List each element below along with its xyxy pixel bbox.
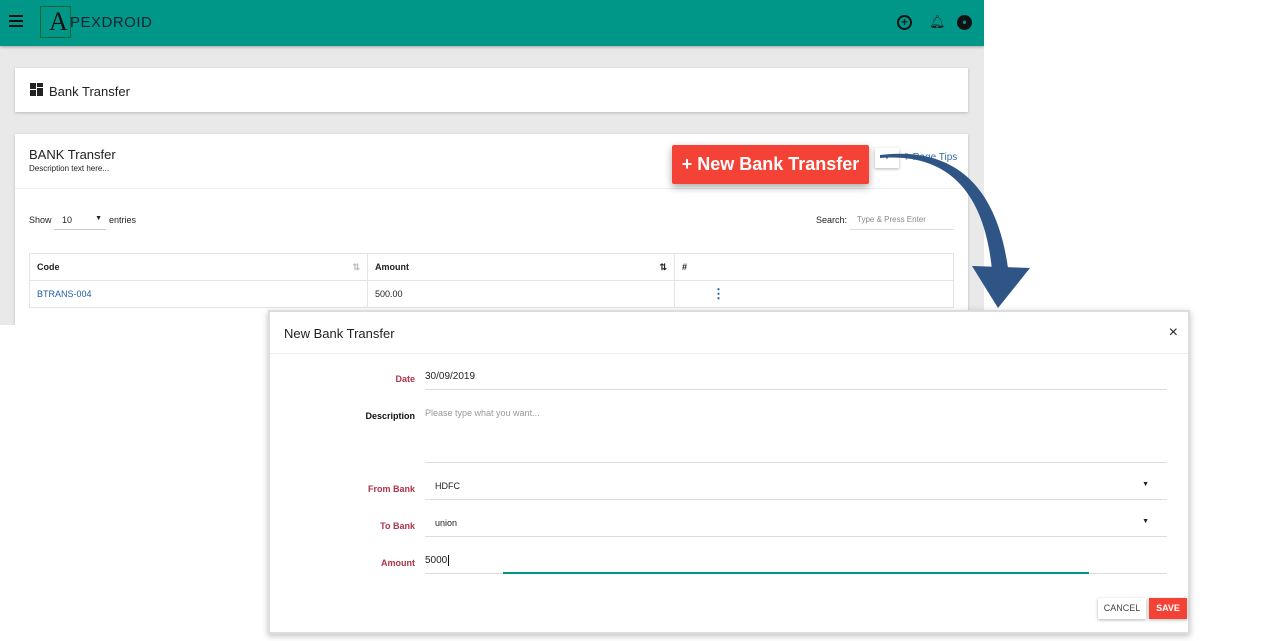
cancel-button[interactable]: CANCEL bbox=[1098, 598, 1146, 619]
breadcrumb-title: Bank Transfer bbox=[49, 84, 130, 99]
amount-field[interactable]: 5000 bbox=[425, 555, 1167, 574]
show-label: Show bbox=[29, 215, 52, 225]
from-bank-label: From Bank bbox=[367, 484, 415, 494]
save-button[interactable]: SAVE bbox=[1149, 598, 1187, 619]
chevron-down-icon: ▼ bbox=[1142, 481, 1149, 488]
new-bank-transfer-modal: New Bank Transfer × Date 30/09/2019 Desc… bbox=[268, 310, 1190, 634]
to-bank-select[interactable]: union ▼ bbox=[425, 515, 1167, 537]
code-link[interactable]: BTRANS-004 bbox=[29, 280, 368, 308]
divider bbox=[270, 353, 1188, 354]
amount-cell: 500.00 bbox=[367, 280, 675, 308]
chevron-down-icon: ▼ bbox=[1142, 518, 1149, 525]
amount-label: Amount bbox=[381, 558, 415, 568]
sort-desc-icon: ⇅ bbox=[659, 261, 667, 272]
breadcrumb-card: Bank Transfer bbox=[15, 68, 968, 112]
column-code[interactable]: Code ⇅ bbox=[29, 253, 368, 281]
top-bar: A PEXDROID + 🔔︎ • bbox=[0, 0, 984, 46]
amount-value: 5000 bbox=[425, 555, 448, 566]
description-field[interactable]: Please type what you want... bbox=[425, 408, 1167, 463]
panel-description: Description text here... bbox=[29, 164, 110, 173]
table-row: BTRANS-004 500.00 ⋮ bbox=[29, 280, 954, 308]
date-label: Date bbox=[395, 374, 415, 384]
add-circle-icon[interactable]: + bbox=[897, 15, 912, 30]
entries-value: 10 bbox=[62, 215, 73, 225]
entries-label: entries bbox=[109, 215, 137, 225]
to-bank-label: To Bank bbox=[380, 521, 415, 531]
bell-icon[interactable]: 🔔︎ bbox=[929, 14, 946, 30]
logo-letter: A bbox=[49, 7, 68, 36]
description-label: Description bbox=[365, 411, 415, 421]
arrow-shaft bbox=[880, 153, 1008, 270]
transfers-table: Code ⇅ Amount ⇅ # BTRANS-004 500.00 ⋮ bbox=[29, 253, 954, 308]
menu-icon[interactable] bbox=[9, 15, 23, 27]
from-bank-select[interactable]: HDFC ▼ bbox=[425, 478, 1167, 500]
divider bbox=[15, 188, 968, 189]
table-header: Code ⇅ Amount ⇅ # bbox=[29, 253, 954, 281]
logo[interactable]: A bbox=[40, 6, 71, 38]
arrow-annotation bbox=[880, 153, 1030, 308]
chevron-down-icon: ▼ bbox=[95, 215, 102, 222]
panel-title: BANK Transfer bbox=[29, 147, 116, 162]
dashboard-icon bbox=[30, 83, 43, 96]
to-bank-value: union bbox=[435, 518, 458, 528]
arrow-head bbox=[972, 266, 1030, 308]
date-field[interactable]: 30/09/2019 bbox=[425, 371, 1167, 390]
column-amount[interactable]: Amount ⇅ bbox=[367, 253, 675, 281]
logo-text: PEXDROID bbox=[70, 14, 153, 31]
search-label: Search: bbox=[816, 215, 848, 225]
from-bank-value: HDFC bbox=[435, 481, 460, 491]
entries-select[interactable]: 10 ▼ bbox=[54, 213, 106, 230]
focus-underline bbox=[503, 572, 1089, 574]
sort-icon: ⇅ bbox=[352, 261, 360, 272]
close-icon[interactable]: × bbox=[1169, 324, 1178, 342]
modal-title: New Bank Transfer bbox=[284, 326, 395, 341]
account-icon[interactable]: • bbox=[957, 15, 972, 30]
new-bank-transfer-button[interactable]: + New Bank Transfer bbox=[672, 145, 869, 184]
